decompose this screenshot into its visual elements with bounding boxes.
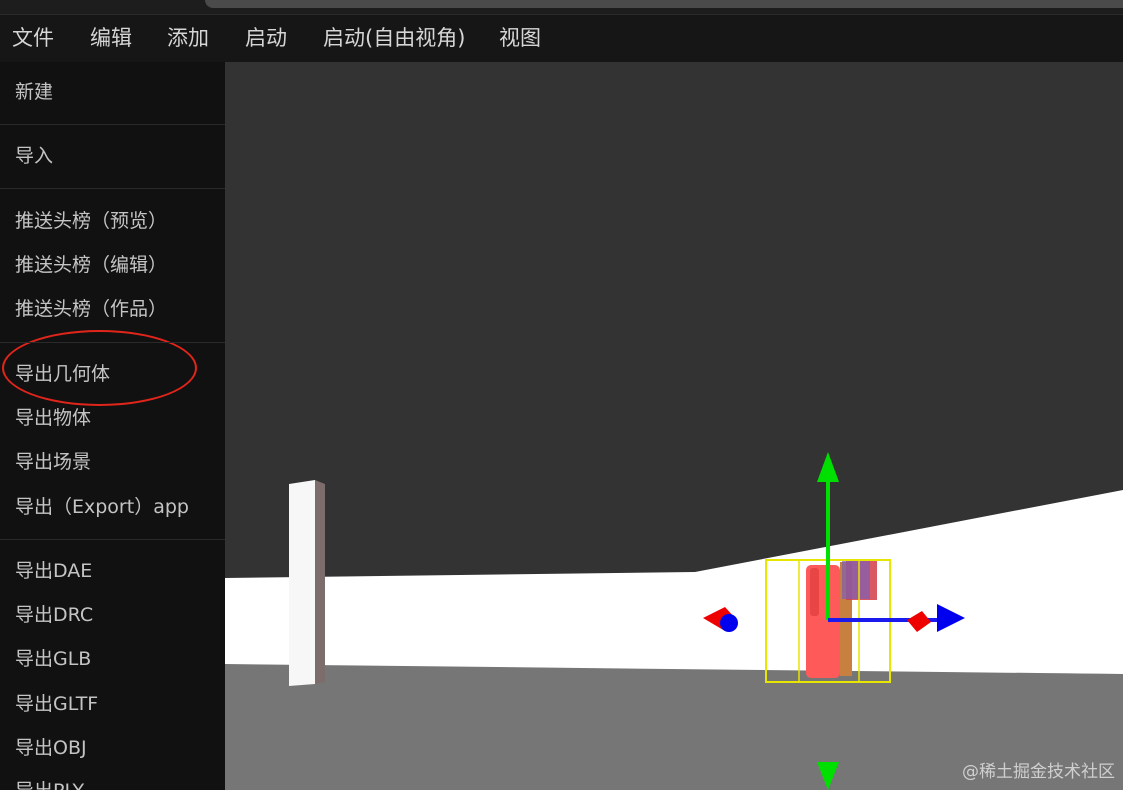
menu-item-export-object[interactable]: 导出物体 [15, 406, 91, 430]
arrow-up-icon[interactable] [817, 452, 839, 482]
menu-item-import[interactable]: 导入 [15, 144, 53, 168]
menu-item-push-edit[interactable]: 推送头榜（编辑） [15, 253, 167, 277]
menu-item-export-scene[interactable]: 导出场景 [15, 450, 91, 474]
menu-item-export-app[interactable]: 导出（Export）app [15, 495, 189, 519]
menu-item-export-dae[interactable]: 导出DAE [15, 559, 92, 583]
floor-band [225, 490, 1123, 674]
menu-item-new[interactable]: 新建 [15, 80, 53, 104]
3d-viewport[interactable]: @稀土掘金技术社区 [225, 62, 1123, 790]
menu-launch[interactable]: 启动 [245, 25, 287, 51]
divider [0, 539, 225, 540]
top-scroll-strip [0, 0, 1123, 14]
gizmo-z-marker-left[interactable] [720, 614, 738, 632]
menu-item-push-preview[interactable]: 推送头榜（预览） [15, 209, 167, 233]
menu-view[interactable]: 视图 [499, 25, 541, 51]
menu-item-export-drc[interactable]: 导出DRC [15, 603, 93, 627]
menu-bar: 文件 编辑 添加 启动 启动(自由视角) 视图 [0, 14, 1123, 62]
object-plane-b [842, 559, 870, 599]
menu-item-export-ply[interactable]: 导出PLY [15, 779, 84, 790]
menu-add[interactable]: 添加 [167, 25, 209, 51]
menu-item-export-glb[interactable]: 导出GLB [15, 647, 91, 671]
horizontal-scrollbar-thumb[interactable] [205, 0, 1123, 8]
menu-item-export-obj[interactable]: 导出OBJ [15, 736, 87, 760]
wall-panel [289, 480, 315, 686]
divider [0, 188, 225, 189]
menu-launch-free-view[interactable]: 启动(自由视角) [323, 25, 465, 51]
divider [0, 124, 225, 125]
scene-canvas[interactable] [225, 62, 1123, 790]
menu-edit[interactable]: 编辑 [90, 25, 132, 51]
menu-file[interactable]: 文件 [12, 25, 54, 51]
watermark: @稀土掘金技术社区 [962, 762, 1115, 782]
wall-panel-side [315, 480, 325, 684]
file-menu-panel: 新建 导入 推送头榜（预览） 推送头榜（编辑） 推送头榜（作品） 导出几何体 导… [0, 62, 225, 790]
menu-item-export-gltf[interactable]: 导出GLTF [15, 692, 98, 716]
phone-camera-strip [810, 568, 819, 616]
menu-item-push-work[interactable]: 推送头榜（作品） [15, 297, 167, 321]
divider [0, 342, 225, 343]
menu-item-export-geometry[interactable]: 导出几何体 [15, 362, 110, 386]
